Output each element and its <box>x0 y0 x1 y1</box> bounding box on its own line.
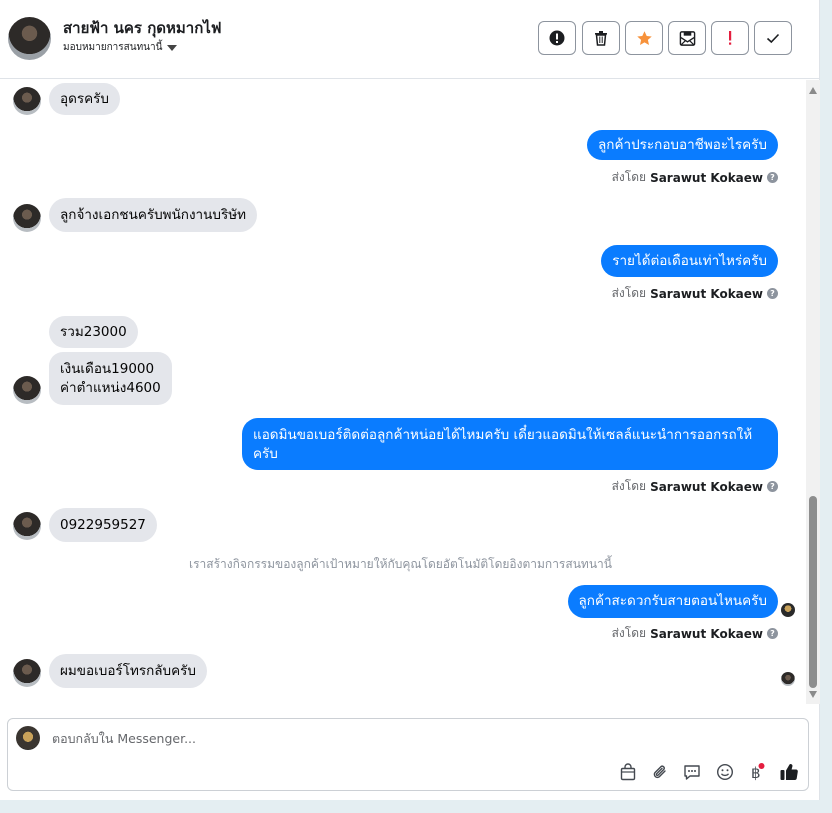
contact-avatar-small <box>13 204 41 232</box>
trash-icon <box>595 31 607 46</box>
baht-payment-icon: ฿ <box>751 763 765 781</box>
seen-by-avatar <box>781 603 795 617</box>
outgoing-message: ลูกค้าสะดวกรับสายตอนไหนครับ <box>567 585 778 618</box>
star-button[interactable] <box>625 21 663 55</box>
scroll-up-arrow-icon[interactable] <box>809 87 817 94</box>
emoji-icon <box>716 763 734 781</box>
help-icon[interactable]: ? <box>767 628 778 639</box>
help-icon[interactable]: ? <box>767 172 778 183</box>
incoming-message: ลูกจ้างเอกชนครับพนักงานบริษัท <box>49 198 257 232</box>
help-icon[interactable]: ? <box>767 481 778 492</box>
contact-avatar-small <box>13 512 41 540</box>
check-icon <box>766 33 780 44</box>
help-icon[interactable]: ? <box>767 288 778 299</box>
page-avatar <box>16 726 40 750</box>
saved-replies-button[interactable] <box>681 761 703 783</box>
assign-label: มอบหมายการสนทนานี้ <box>63 42 163 53</box>
conversation-panel: สายฟ้า นคร กุดหมากไฟ มอบหมายการสนทนานี้ … <box>0 0 820 800</box>
incoming-message: อุดรครับ <box>49 83 120 115</box>
incoming-message: เงินเดือน19000 ค่าตำแหน่ง4600 <box>49 352 172 405</box>
sent-by-label: ส่งโดย Sarawut Kokaew? <box>612 477 778 496</box>
incoming-message: ผมขอเบอร์โทรกลับครับ <box>49 654 207 688</box>
mark-done-button[interactable] <box>754 21 792 55</box>
sent-by-label: ส่งโดย Sarawut Kokaew? <box>612 284 778 303</box>
contact-avatar[interactable] <box>8 17 51 60</box>
reply-composer: ฿ <box>7 718 809 791</box>
assign-conversation-dropdown[interactable]: มอบหมายการสนทนานี้ <box>63 40 178 55</box>
scroll-down-arrow-icon[interactable] <box>809 691 817 698</box>
outgoing-message: แอดมินขอเบอร์ติดต่อลูกค้าหน่อยได้ไหมครับ… <box>242 418 778 470</box>
system-note: เราสร้างกิจกรรมของลูกค้าเป้าหมายให้กับคุ… <box>189 557 612 571</box>
incoming-message[interactable]: 0922959527 <box>49 508 157 542</box>
contact-name[interactable]: สายฟ้า นคร กุดหมากไฟ <box>63 16 221 40</box>
mark-important-button[interactable] <box>711 21 749 55</box>
exclamation-icon <box>729 31 732 45</box>
outgoing-message: รายได้ต่อเดือนเท่าไหร่ครับ <box>601 245 778 277</box>
shopping-bag-button[interactable] <box>617 761 639 783</box>
exclamation-circle-icon <box>549 30 565 46</box>
sent-by-label: ส่งโดย Sarawut Kokaew? <box>612 168 778 187</box>
caret-down-icon <box>167 44 178 51</box>
delete-button[interactable] <box>582 21 620 55</box>
message-thread[interactable]: อุดรครับ ลูกค้าประกอบอาชีพอะไรครับ ส่งโด… <box>0 79 806 705</box>
payment-button[interactable]: ฿ <box>745 761 767 783</box>
send-like-button[interactable] <box>778 761 800 783</box>
mail-icon <box>679 30 695 46</box>
emoji-button[interactable] <box>714 761 736 783</box>
conversation-header: สายฟ้า นคร กุดหมากไฟ มอบหมายการสนทนานี้ <box>0 0 820 79</box>
star-icon <box>636 30 652 45</box>
incoming-message: รวม23000 <box>49 316 138 348</box>
archive-email-button[interactable] <box>668 21 706 55</box>
attach-file-button[interactable] <box>649 761 671 783</box>
contact-avatar-small <box>13 659 41 687</box>
scrollbar-thumb[interactable] <box>809 496 817 688</box>
paperclip-icon <box>653 765 666 779</box>
shopping-bag-icon <box>620 763 636 781</box>
thread-scrollbar[interactable] <box>806 80 820 704</box>
reply-input[interactable] <box>52 731 752 746</box>
sent-by-label: ส่งโดย Sarawut Kokaew? <box>612 624 778 643</box>
contact-avatar-small <box>13 87 41 115</box>
mark-spam-button[interactable] <box>538 21 576 55</box>
seen-by-avatar <box>781 672 795 686</box>
contact-avatar-small <box>13 376 41 404</box>
saved-replies-icon <box>684 765 700 780</box>
outgoing-message: ลูกค้าประกอบอาชีพอะไรครับ <box>587 130 778 160</box>
like-icon <box>780 764 798 781</box>
